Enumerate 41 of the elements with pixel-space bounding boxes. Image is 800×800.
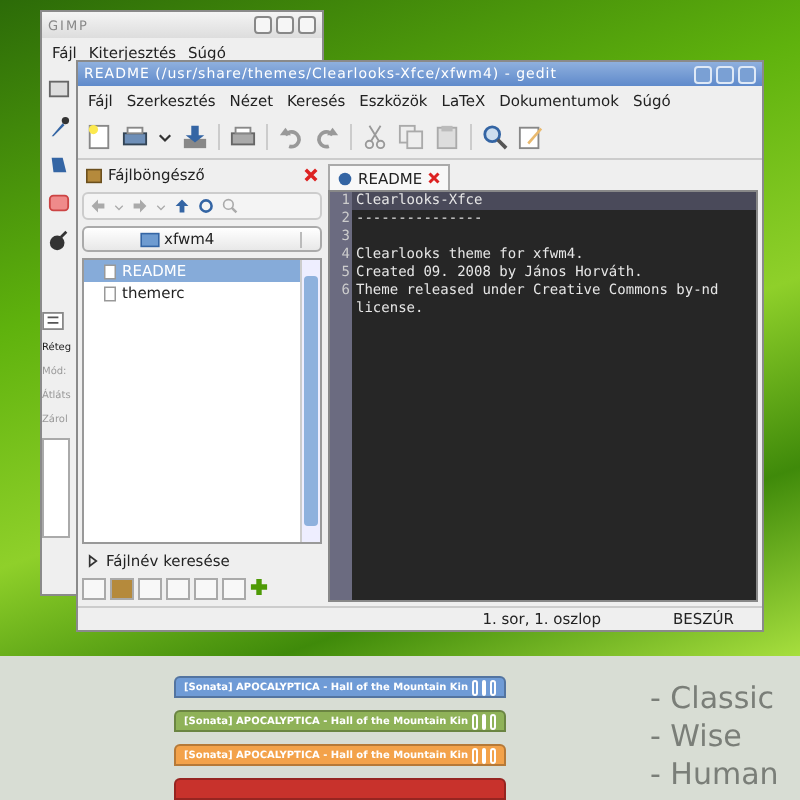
style-name: - Human: [650, 756, 779, 794]
scrollbar[interactable]: [300, 260, 320, 542]
scrollbar-thumb[interactable]: [304, 276, 318, 526]
page-tab-icon[interactable]: [222, 578, 246, 600]
paste-icon[interactable]: [434, 123, 460, 149]
copy-icon[interactable]: [398, 123, 424, 149]
print-preview-icon[interactable]: [230, 123, 256, 149]
scissors-icon[interactable]: [362, 123, 388, 149]
save-icon[interactable]: [182, 123, 208, 149]
layers-tab-icon[interactable]: [42, 312, 64, 330]
bucket-icon[interactable]: [48, 154, 70, 176]
document-tab-icon[interactable]: [166, 578, 190, 600]
style-name: - Wise: [650, 718, 744, 756]
new-document-icon[interactable]: [86, 123, 112, 149]
folder-tab-icon[interactable]: [110, 578, 134, 600]
layer-list: [42, 438, 70, 538]
page-tab-icon[interactable]: [138, 578, 162, 600]
rectangle-select-icon[interactable]: [48, 78, 70, 100]
folder-icon: [86, 167, 102, 183]
close-icon[interactable]: [428, 172, 441, 184]
search-icon[interactable]: [482, 123, 508, 149]
printer-icon[interactable]: [122, 123, 148, 149]
style-name: - Classic: [650, 680, 777, 718]
folder-icon: [140, 231, 160, 247]
pipette-icon[interactable]: [48, 116, 70, 138]
forward-arrow-icon[interactable]: [132, 198, 148, 214]
search-tab-icon[interactable]: [194, 578, 218, 600]
back-arrow-icon[interactable]: [90, 198, 106, 214]
redo-icon[interactable]: [314, 123, 340, 149]
plus-icon[interactable]: [250, 578, 268, 596]
eraser-icon[interactable]: [48, 192, 70, 214]
caret-icon[interactable]: [158, 129, 172, 143]
refresh-icon[interactable]: [198, 198, 214, 214]
info-icon: [338, 171, 352, 185]
close-icon[interactable]: [304, 168, 318, 182]
edit-icon[interactable]: [518, 123, 544, 149]
undo-icon[interactable]: [278, 123, 304, 149]
expander-arrow-icon[interactable]: [88, 554, 98, 568]
up-arrow-icon[interactable]: [174, 198, 190, 214]
airbrush-icon[interactable]: [48, 230, 70, 252]
document-tab-icon[interactable]: [82, 578, 106, 600]
